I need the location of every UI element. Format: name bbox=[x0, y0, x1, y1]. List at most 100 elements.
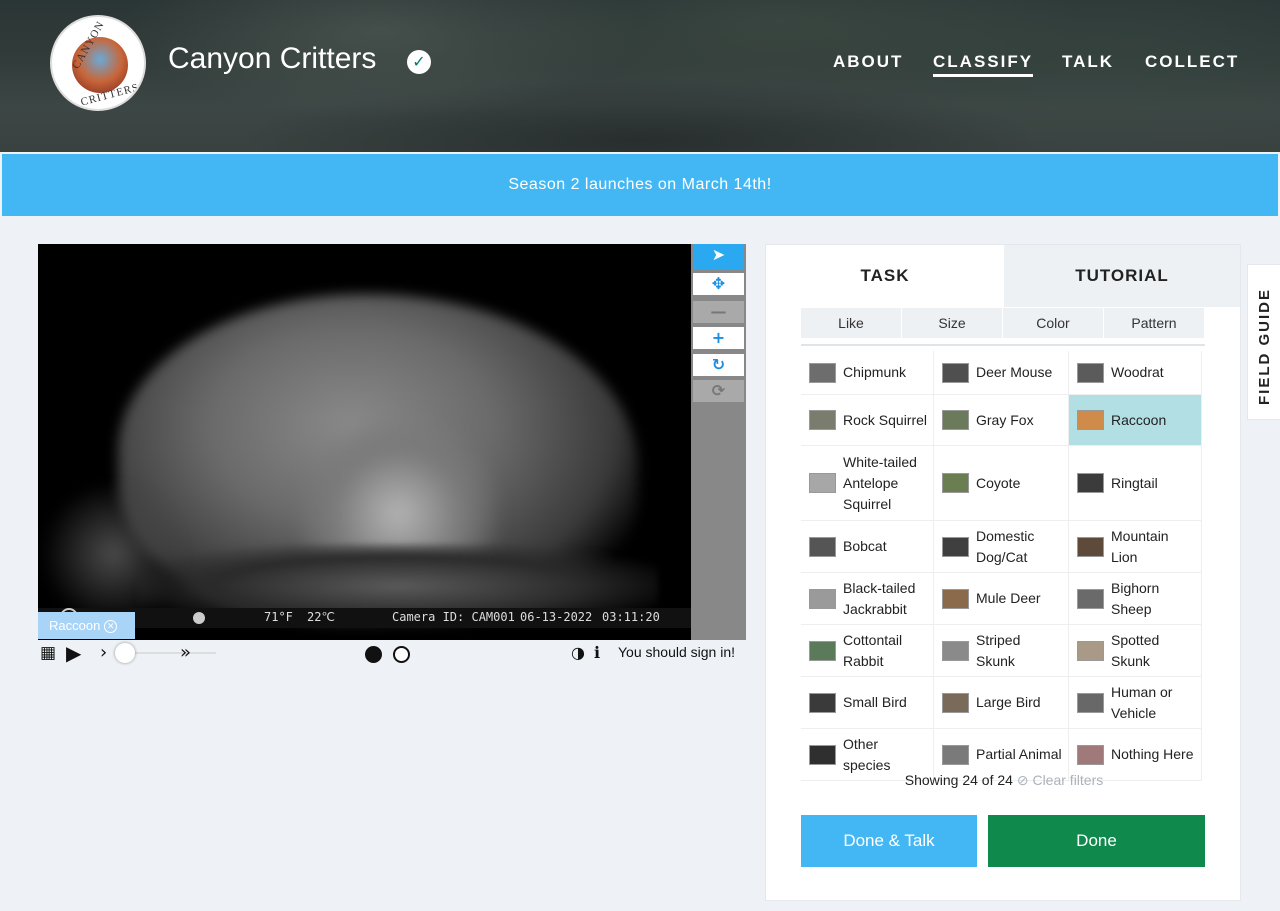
subject-image[interactable]: 71°F 22℃ Camera ID: CAM001 06-13-2022 03… bbox=[38, 244, 691, 640]
species-choice[interactable]: Raccoon bbox=[1069, 395, 1202, 446]
species-thumbnail bbox=[942, 692, 969, 713]
tab-tutorial[interactable]: TUTORIAL bbox=[1004, 245, 1240, 307]
species-thumbnail bbox=[942, 536, 969, 557]
grid-view-icon[interactable]: ▦ bbox=[40, 642, 56, 664]
species-thumbnail bbox=[1077, 692, 1104, 713]
done-and-talk-button[interactable]: Done & Talk bbox=[801, 815, 977, 867]
species-label: Chipmunk bbox=[843, 364, 907, 380]
filter-like[interactable]: Like bbox=[801, 308, 901, 338]
frame-dot-active[interactable] bbox=[365, 646, 382, 663]
remove-tag-icon[interactable]: ✕ bbox=[104, 620, 118, 634]
species-thumbnail bbox=[942, 473, 969, 493]
signin-prompt[interactable]: You should sign in! bbox=[618, 644, 735, 660]
done-button[interactable]: Done bbox=[988, 815, 1205, 867]
verified-check-icon: ✓ bbox=[407, 50, 431, 74]
contrast-icon[interactable]: ◑ bbox=[571, 642, 585, 664]
fast-forward-icon[interactable]: » bbox=[180, 642, 191, 664]
nav-talk[interactable]: TALK bbox=[1062, 52, 1114, 72]
species-choice[interactable]: Cottontail Rabbit bbox=[801, 625, 934, 677]
reset-icon[interactable]: ⟳ bbox=[693, 380, 744, 402]
capture-date: 06-13-2022 bbox=[520, 610, 593, 624]
clear-filters-icon: ⊘ bbox=[1016, 772, 1029, 788]
species-label: Deer Mouse bbox=[976, 364, 1053, 380]
filter-pattern[interactable]: Pattern bbox=[1104, 308, 1204, 338]
species-choice[interactable]: White-tailed Antelope Squirrel bbox=[801, 446, 934, 521]
project-logo[interactable]: CANYON CRITTERS bbox=[50, 15, 146, 111]
species-label: Gray Fox bbox=[976, 411, 1034, 428]
frame-controls: ▦ ▶ › » ◑ ℹ You should sign in! bbox=[38, 642, 748, 666]
species-label: Spotted Skunk bbox=[1111, 631, 1160, 669]
announcement-banner: Season 2 launches on March 14th! bbox=[2, 154, 1278, 216]
nav-about[interactable]: ABOUT bbox=[833, 52, 903, 72]
species-choice[interactable]: Domestic Dog/Cat bbox=[934, 521, 1069, 573]
species-thumbnail bbox=[1077, 362, 1104, 383]
move-icon[interactable]: ✥ bbox=[693, 273, 744, 295]
play-icon[interactable]: ▶ bbox=[66, 642, 81, 664]
species-label: Mule Deer bbox=[976, 590, 1041, 606]
field-guide-label: FIELD GUIDE bbox=[1256, 287, 1273, 405]
zoom-out-icon[interactable]: — bbox=[693, 301, 744, 323]
species-choice[interactable]: Large Bird bbox=[934, 677, 1069, 729]
species-thumbnail bbox=[809, 362, 836, 383]
species-label: Striped Skunk bbox=[976, 631, 1021, 669]
species-choice[interactable]: Mountain Lion bbox=[1069, 521, 1202, 573]
species-choice[interactable]: Striped Skunk bbox=[934, 625, 1069, 677]
species-thumbnail bbox=[809, 640, 836, 661]
species-choice[interactable]: Coyote bbox=[934, 446, 1069, 521]
clear-filters-button[interactable]: ⊘ Clear filters bbox=[1017, 772, 1103, 788]
annotation-tag-label: Raccoon bbox=[49, 618, 101, 633]
species-thumbnail bbox=[1077, 410, 1104, 430]
species-thumbnail bbox=[1077, 640, 1104, 661]
frame-slider-track[interactable] bbox=[124, 652, 216, 654]
species-thumbnail bbox=[942, 588, 969, 609]
tab-task[interactable]: TASK bbox=[766, 245, 1004, 307]
species-choice[interactable]: Bobcat bbox=[801, 521, 934, 573]
species-thumbnail bbox=[809, 744, 836, 765]
frame-slider-handle[interactable] bbox=[115, 643, 135, 663]
species-choice[interactable]: Spotted Skunk bbox=[1069, 625, 1202, 677]
species-choice[interactable]: Black-tailed Jackrabbit bbox=[801, 573, 934, 625]
nav-classify[interactable]: CLASSIFY bbox=[933, 52, 1034, 77]
species-choice[interactable]: Small Bird bbox=[801, 677, 934, 729]
zoom-in-icon[interactable]: + bbox=[693, 327, 744, 349]
filter-color[interactable]: Color bbox=[1003, 308, 1103, 338]
species-label: Partial Animal bbox=[976, 746, 1062, 762]
species-thumbnail bbox=[1077, 473, 1104, 493]
species-label: Mountain Lion bbox=[1111, 527, 1169, 565]
filter-divider bbox=[801, 344, 1205, 346]
project-title[interactable]: Canyon Critters bbox=[168, 42, 376, 76]
camera-id: Camera ID: CAM001 bbox=[392, 610, 515, 624]
rotate-icon[interactable]: ↻ bbox=[693, 354, 744, 376]
species-label: Human or Vehicle bbox=[1111, 683, 1173, 721]
frame-dot[interactable] bbox=[393, 646, 410, 663]
capture-time: 03:11:20 bbox=[602, 610, 660, 624]
species-thumbnail bbox=[1077, 588, 1104, 609]
species-choice[interactable]: Ringtail bbox=[1069, 446, 1202, 521]
pointer-icon[interactable]: ➤ bbox=[693, 244, 744, 270]
species-choice[interactable]: Human or Vehicle bbox=[1069, 677, 1202, 729]
species-choice[interactable]: Woodrat bbox=[1069, 351, 1202, 395]
annotation-tag[interactable]: Raccoon ✕ bbox=[38, 612, 135, 639]
species-thumbnail bbox=[942, 410, 969, 430]
info-icon[interactable]: ℹ bbox=[594, 642, 600, 664]
species-choice[interactable]: Deer Mouse bbox=[934, 351, 1069, 395]
task-panel: TASK TUTORIAL Like Size Color Pattern Ch… bbox=[765, 244, 1241, 901]
step-forward-icon[interactable]: › bbox=[100, 642, 107, 664]
species-thumbnail bbox=[942, 640, 969, 661]
filter-size[interactable]: Size bbox=[902, 308, 1002, 338]
species-label: Raccoon bbox=[1111, 411, 1167, 428]
nav-collect[interactable]: COLLECT bbox=[1145, 52, 1239, 72]
species-label: Rock Squirrel bbox=[843, 411, 928, 428]
species-label: Domestic Dog/Cat bbox=[976, 527, 1035, 565]
species-choice[interactable]: Mule Deer bbox=[934, 573, 1069, 625]
species-label: Cottontail Rabbit bbox=[843, 631, 903, 669]
species-thumbnail bbox=[1077, 536, 1104, 557]
field-guide-tab[interactable]: FIELD GUIDE bbox=[1247, 264, 1280, 420]
species-thumbnail bbox=[1077, 744, 1104, 765]
species-label: Bobcat bbox=[843, 538, 887, 554]
species-choice[interactable]: Gray Fox bbox=[934, 395, 1069, 446]
species-choice[interactable]: Bighorn Sheep bbox=[1069, 573, 1202, 625]
clear-filters-label: Clear filters bbox=[1032, 772, 1104, 788]
species-choice[interactable]: Rock Squirrel bbox=[801, 395, 934, 446]
species-choice[interactable]: Chipmunk bbox=[801, 351, 934, 395]
